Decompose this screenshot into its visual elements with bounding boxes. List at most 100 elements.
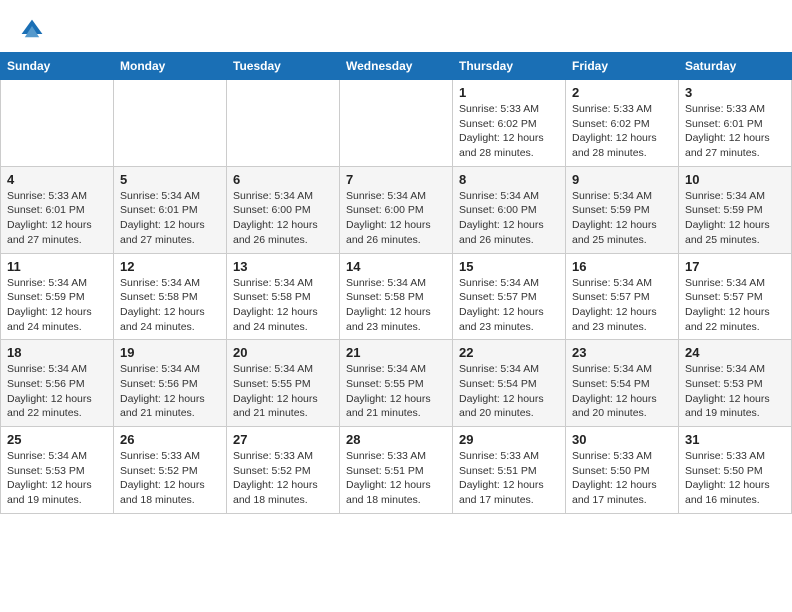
calendar-cell: 1 Sunrise: 5:33 AM Sunset: 6:02 PM Daylig…: [453, 80, 566, 167]
cell-date-number: 8: [459, 172, 559, 187]
cell-info-text: Sunrise: 5:33 AM Sunset: 6:02 PM Dayligh…: [459, 102, 559, 161]
cell-date-number: 6: [233, 172, 333, 187]
calendar-cell: 10 Sunrise: 5:34 AM Sunset: 5:59 PM Dayli…: [679, 166, 792, 253]
cell-date-number: 5: [120, 172, 220, 187]
header-saturday: Saturday: [679, 53, 792, 80]
header-sunday: Sunday: [1, 53, 114, 80]
cell-info-text: Sunrise: 5:33 AM Sunset: 6:01 PM Dayligh…: [685, 102, 785, 161]
cell-date-number: 31: [685, 432, 785, 447]
calendar-cell: 21 Sunrise: 5:34 AM Sunset: 5:55 PM Dayli…: [340, 340, 453, 427]
cell-info-text: Sunrise: 5:33 AM Sunset: 5:50 PM Dayligh…: [685, 449, 785, 508]
calendar-week-2: 4 Sunrise: 5:33 AM Sunset: 6:01 PM Daylig…: [1, 166, 792, 253]
cell-info-text: Sunrise: 5:33 AM Sunset: 6:01 PM Dayligh…: [7, 189, 107, 248]
cell-date-number: 10: [685, 172, 785, 187]
calendar-cell: 30 Sunrise: 5:33 AM Sunset: 5:50 PM Dayli…: [566, 427, 679, 514]
calendar-cell: 20 Sunrise: 5:34 AM Sunset: 5:55 PM Dayli…: [227, 340, 340, 427]
calendar-cell: 29Sunrise: 5:33 AM Sunset: 5:51 PM Dayli…: [453, 427, 566, 514]
cell-date-number: 15: [459, 259, 559, 274]
header-tuesday: Tuesday: [227, 53, 340, 80]
cell-info-text: Sunrise: 5:34 AM Sunset: 6:01 PM Dayligh…: [120, 189, 220, 248]
cell-date-number: 21: [346, 345, 446, 360]
calendar-cell: 18 Sunrise: 5:34 AM Sunset: 5:56 PM Dayli…: [1, 340, 114, 427]
calendar-cell: 5 Sunrise: 5:34 AM Sunset: 6:01 PM Daylig…: [114, 166, 227, 253]
cell-info-text: Sunrise: 5:34 AM Sunset: 5:56 PM Dayligh…: [7, 362, 107, 421]
calendar-week-3: 11Sunrise: 5:34 AM Sunset: 5:59 PM Dayli…: [1, 253, 792, 340]
cell-info-text: Sunrise: 5:34 AM Sunset: 5:59 PM Dayligh…: [7, 276, 107, 335]
calendar-cell: [227, 80, 340, 167]
cell-date-number: 20: [233, 345, 333, 360]
cell-info-text: Sunrise: 5:34 AM Sunset: 5:54 PM Dayligh…: [459, 362, 559, 421]
calendar-cell: [1, 80, 114, 167]
calendar-cell: 19 Sunrise: 5:34 AM Sunset: 5:56 PM Dayli…: [114, 340, 227, 427]
calendar-header-row: SundayMondayTuesdayWednesdayThursdayFrid…: [1, 53, 792, 80]
cell-date-number: 18: [7, 345, 107, 360]
cell-info-text: Sunrise: 5:34 AM Sunset: 5:59 PM Dayligh…: [572, 189, 672, 248]
logo-icon: [20, 18, 44, 42]
cell-date-number: 22: [459, 345, 559, 360]
cell-info-text: Sunrise: 5:34 AM Sunset: 5:54 PM Dayligh…: [572, 362, 672, 421]
cell-date-number: 24: [685, 345, 785, 360]
cell-info-text: Sunrise: 5:34 AM Sunset: 5:55 PM Dayligh…: [233, 362, 333, 421]
cell-info-text: Sunrise: 5:34 AM Sunset: 6:00 PM Dayligh…: [233, 189, 333, 248]
logo: [20, 18, 48, 42]
calendar-cell: 17Sunrise: 5:34 AM Sunset: 5:57 PM Dayli…: [679, 253, 792, 340]
cell-info-text: Sunrise: 5:34 AM Sunset: 5:53 PM Dayligh…: [685, 362, 785, 421]
cell-info-text: Sunrise: 5:33 AM Sunset: 5:51 PM Dayligh…: [346, 449, 446, 508]
cell-info-text: Sunrise: 5:34 AM Sunset: 5:59 PM Dayligh…: [685, 189, 785, 248]
cell-info-text: Sunrise: 5:33 AM Sunset: 5:52 PM Dayligh…: [120, 449, 220, 508]
header-monday: Monday: [114, 53, 227, 80]
calendar-cell: 25Sunrise: 5:34 AM Sunset: 5:53 PM Dayli…: [1, 427, 114, 514]
calendar-cell: 12Sunrise: 5:34 AM Sunset: 5:58 PM Dayli…: [114, 253, 227, 340]
calendar-cell: 16Sunrise: 5:34 AM Sunset: 5:57 PM Dayli…: [566, 253, 679, 340]
cell-info-text: Sunrise: 5:34 AM Sunset: 6:00 PM Dayligh…: [346, 189, 446, 248]
cell-date-number: 12: [120, 259, 220, 274]
cell-info-text: Sunrise: 5:33 AM Sunset: 6:02 PM Dayligh…: [572, 102, 672, 161]
header-thursday: Thursday: [453, 53, 566, 80]
cell-info-text: Sunrise: 5:34 AM Sunset: 5:57 PM Dayligh…: [572, 276, 672, 335]
header-wednesday: Wednesday: [340, 53, 453, 80]
calendar-cell: 22 Sunrise: 5:34 AM Sunset: 5:54 PM Dayli…: [453, 340, 566, 427]
calendar-cell: 13 Sunrise: 5:34 AM Sunset: 5:58 PM Dayli…: [227, 253, 340, 340]
calendar-cell: 15 Sunrise: 5:34 AM Sunset: 5:57 PM Dayli…: [453, 253, 566, 340]
calendar-week-1: 1 Sunrise: 5:33 AM Sunset: 6:02 PM Daylig…: [1, 80, 792, 167]
cell-info-text: Sunrise: 5:34 AM Sunset: 5:58 PM Dayligh…: [233, 276, 333, 335]
cell-date-number: 27: [233, 432, 333, 447]
calendar-cell: 8 Sunrise: 5:34 AM Sunset: 6:00 PM Daylig…: [453, 166, 566, 253]
page-header: [0, 0, 792, 52]
calendar-cell: 31 Sunrise: 5:33 AM Sunset: 5:50 PM Dayli…: [679, 427, 792, 514]
cell-info-text: Sunrise: 5:34 AM Sunset: 6:00 PM Dayligh…: [459, 189, 559, 248]
cell-info-text: Sunrise: 5:33 AM Sunset: 5:50 PM Dayligh…: [572, 449, 672, 508]
cell-info-text: Sunrise: 5:33 AM Sunset: 5:51 PM Dayligh…: [459, 449, 559, 508]
cell-date-number: 14: [346, 259, 446, 274]
calendar-week-4: 18 Sunrise: 5:34 AM Sunset: 5:56 PM Dayli…: [1, 340, 792, 427]
header-friday: Friday: [566, 53, 679, 80]
cell-info-text: Sunrise: 5:34 AM Sunset: 5:57 PM Dayligh…: [459, 276, 559, 335]
calendar-table: SundayMondayTuesdayWednesdayThursdayFrid…: [0, 52, 792, 514]
calendar-cell: [340, 80, 453, 167]
cell-info-text: Sunrise: 5:33 AM Sunset: 5:52 PM Dayligh…: [233, 449, 333, 508]
calendar-cell: 4 Sunrise: 5:33 AM Sunset: 6:01 PM Daylig…: [1, 166, 114, 253]
calendar-cell: 26 Sunrise: 5:33 AM Sunset: 5:52 PM Dayli…: [114, 427, 227, 514]
calendar-cell: 14 Sunrise: 5:34 AM Sunset: 5:58 PM Dayli…: [340, 253, 453, 340]
calendar-cell: 23Sunrise: 5:34 AM Sunset: 5:54 PM Dayli…: [566, 340, 679, 427]
calendar-cell: 24 Sunrise: 5:34 AM Sunset: 5:53 PM Dayli…: [679, 340, 792, 427]
calendar-cell: 28 Sunrise: 5:33 AM Sunset: 5:51 PM Dayli…: [340, 427, 453, 514]
cell-info-text: Sunrise: 5:34 AM Sunset: 5:56 PM Dayligh…: [120, 362, 220, 421]
cell-info-text: Sunrise: 5:34 AM Sunset: 5:55 PM Dayligh…: [346, 362, 446, 421]
cell-date-number: 7: [346, 172, 446, 187]
cell-date-number: 30: [572, 432, 672, 447]
cell-date-number: 1: [459, 85, 559, 100]
calendar-cell: 9 Sunrise: 5:34 AM Sunset: 5:59 PM Daylig…: [566, 166, 679, 253]
cell-date-number: 19: [120, 345, 220, 360]
calendar-week-5: 25Sunrise: 5:34 AM Sunset: 5:53 PM Dayli…: [1, 427, 792, 514]
cell-date-number: 26: [120, 432, 220, 447]
calendar-cell: 11Sunrise: 5:34 AM Sunset: 5:59 PM Dayli…: [1, 253, 114, 340]
cell-date-number: 13: [233, 259, 333, 274]
cell-date-number: 9: [572, 172, 672, 187]
calendar-cell: 6 Sunrise: 5:34 AM Sunset: 6:00 PM Daylig…: [227, 166, 340, 253]
cell-date-number: 25: [7, 432, 107, 447]
cell-date-number: 28: [346, 432, 446, 447]
cell-date-number: 4: [7, 172, 107, 187]
cell-info-text: Sunrise: 5:34 AM Sunset: 5:58 PM Dayligh…: [346, 276, 446, 335]
cell-date-number: 17: [685, 259, 785, 274]
